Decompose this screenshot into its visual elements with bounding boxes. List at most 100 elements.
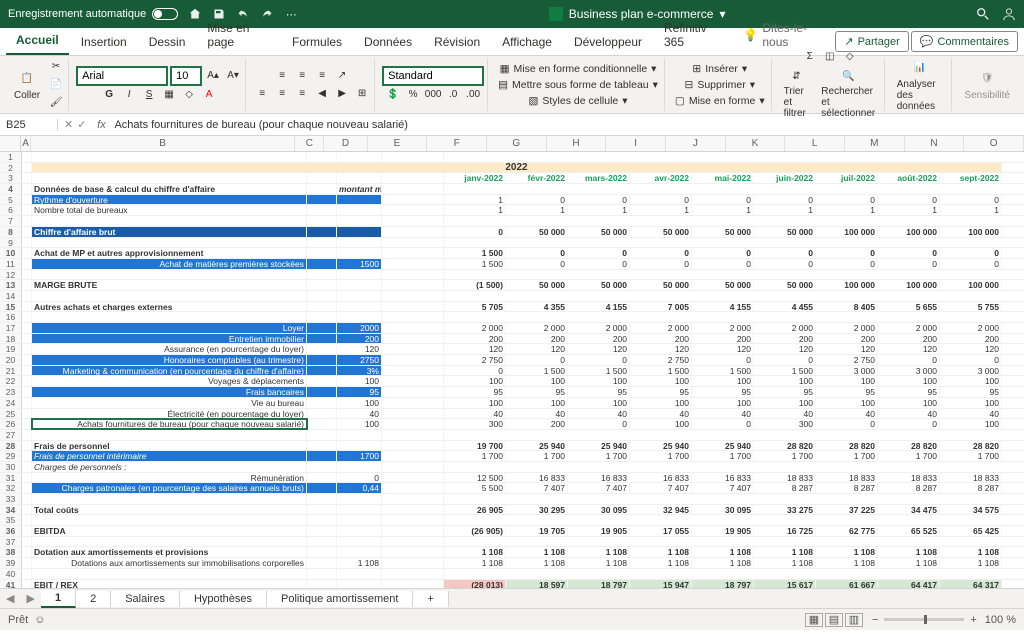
cell-val[interactable]: 120 xyxy=(630,344,692,354)
sheet-nav-next[interactable]: ▶ xyxy=(20,592,40,605)
cell-c[interactable] xyxy=(307,280,337,290)
cell-c[interactable] xyxy=(307,409,337,419)
cell-val[interactable]: 18 833 xyxy=(878,473,940,483)
row-15[interactable]: 15Autres achats et charges externes5 705… xyxy=(0,302,1024,313)
cell-val[interactable]: 95 xyxy=(754,387,816,397)
autosave-toggle[interactable] xyxy=(152,8,178,20)
cell-val[interactable]: 1 xyxy=(692,205,754,215)
align-left-icon[interactable]: ≡ xyxy=(254,86,270,102)
row-header-18[interactable]: 18 xyxy=(0,334,22,344)
row-5[interactable]: 5Rythme d'ouverture100000000 xyxy=(0,195,1024,206)
cell-val[interactable]: 0 xyxy=(630,248,692,258)
zoom-level[interactable]: 100 % xyxy=(985,614,1016,626)
row-29[interactable]: 29Frais de personnel intérimaire17001 70… xyxy=(0,451,1024,462)
row-22[interactable]: 22Voyages & déplacements1001001001001001… xyxy=(0,376,1024,387)
row-6[interactable]: 6Nombre total de bureaux111111111 xyxy=(0,205,1024,216)
cell-val[interactable]: 100 000 xyxy=(878,280,940,290)
cell-val[interactable]: 1 108 xyxy=(878,547,940,557)
cell-b[interactable]: Charges de personnels : xyxy=(32,462,307,472)
tab-affichage[interactable]: Affichage xyxy=(492,29,562,55)
row-header-25[interactable]: 25 xyxy=(0,409,22,419)
cell-d[interactable] xyxy=(337,505,382,515)
cell-val[interactable]: 50 000 xyxy=(630,280,692,290)
cell-val[interactable]: 40 xyxy=(568,409,630,419)
tab-insertion[interactable]: Insertion xyxy=(71,29,137,55)
cell-val[interactable]: 0 xyxy=(940,259,1002,269)
cell-val[interactable]: 50 000 xyxy=(754,227,816,237)
cell-val[interactable]: 30 295 xyxy=(506,505,568,515)
cell-val[interactable]: 15 947 xyxy=(630,580,692,589)
cell-b[interactable]: Électricité (en pourcentage du loyer) xyxy=(32,409,307,419)
cell-val[interactable]: 19 705 xyxy=(506,526,568,536)
cell-val[interactable]: 0 xyxy=(816,195,878,205)
redo-icon[interactable] xyxy=(260,7,274,21)
cell-d[interactable] xyxy=(337,302,382,312)
cell-e[interactable] xyxy=(382,227,444,237)
border-icon[interactable]: ▦ xyxy=(161,87,177,103)
cell-val[interactable]: 0 xyxy=(940,248,1002,258)
view-layout-icon[interactable]: ▤ xyxy=(825,613,843,627)
cell-val[interactable]: 100 xyxy=(630,398,692,408)
cell-val[interactable]: 1 700 xyxy=(444,451,506,461)
cell-val[interactable]: 7 407 xyxy=(568,483,630,493)
cell-val[interactable]: 1 108 xyxy=(444,558,506,568)
cell-val[interactable]: 95 xyxy=(878,387,940,397)
insert-button[interactable]: ⊞Insérer ▾ xyxy=(690,62,749,76)
col-header-I[interactable]: I xyxy=(606,136,666,151)
cell-e[interactable] xyxy=(382,409,444,419)
cell-val[interactable]: 1 xyxy=(630,205,692,215)
cell-d[interactable]: 2000 xyxy=(337,323,382,333)
cell-val[interactable]: 40 xyxy=(816,409,878,419)
cell-d[interactable]: 2750 xyxy=(337,355,382,365)
cell-val[interactable]: 0 xyxy=(754,259,816,269)
cell-val[interactable]: 1 108 xyxy=(444,547,506,557)
cell-c[interactable] xyxy=(307,398,337,408)
cell-val[interactable]: 100 xyxy=(754,398,816,408)
cell-val[interactable]: 0 xyxy=(506,248,568,258)
cell-val[interactable]: 50 000 xyxy=(692,280,754,290)
cell-val[interactable]: 1 700 xyxy=(940,451,1002,461)
col-header-J[interactable]: J xyxy=(666,136,726,151)
cell-val[interactable]: 0 xyxy=(568,195,630,205)
cell-val[interactable]: 5 655 xyxy=(878,302,940,312)
cell-c[interactable] xyxy=(307,483,337,493)
cell-b[interactable]: Honoraires comptables (au trimestre) xyxy=(32,355,307,365)
cell-val[interactable]: 95 xyxy=(506,387,568,397)
cell-d[interactable] xyxy=(337,227,382,237)
spreadsheet-grid[interactable]: ABCDEFGHIJKLMNO 1220223janv-2022févr-202… xyxy=(0,136,1024,588)
analyze-button[interactable]: 📊Analyser des données xyxy=(893,55,948,114)
cell-b[interactable]: Total coûts xyxy=(32,505,307,515)
cell-val[interactable]: 0 xyxy=(568,259,630,269)
cell-e[interactable] xyxy=(382,580,444,589)
row-41[interactable]: 41EBIT / REX(28 013)18 59718 79715 94718… xyxy=(0,580,1024,589)
cell-e[interactable] xyxy=(382,526,444,536)
cell-val[interactable]: 100 xyxy=(816,398,878,408)
cell-e[interactable] xyxy=(382,312,444,322)
cell-val[interactable]: 1 108 xyxy=(940,558,1002,568)
cell-val[interactable]: 200 xyxy=(506,419,568,429)
cell-val[interactable]: 2 000 xyxy=(630,323,692,333)
cell-val[interactable]: 95 xyxy=(692,387,754,397)
cell-d[interactable] xyxy=(337,195,382,205)
cell-e[interactable] xyxy=(382,547,444,557)
row-16[interactable]: 16 xyxy=(0,312,1024,323)
cell-val[interactable]: 1 700 xyxy=(754,451,816,461)
sheet-tab-2[interactable]: 2 xyxy=(76,591,111,607)
cell-val[interactable]: 33 275 xyxy=(754,505,816,515)
cell-val[interactable]: 40 xyxy=(506,409,568,419)
cell-d[interactable] xyxy=(337,547,382,557)
row-24[interactable]: 24Vie au bureau1001001001001001001001001… xyxy=(0,398,1024,409)
cell-val[interactable]: 0 xyxy=(506,195,568,205)
cell-val[interactable]: 19 905 xyxy=(568,526,630,536)
row-header-19[interactable]: 19 xyxy=(0,344,22,354)
cell-c[interactable] xyxy=(307,526,337,536)
col-header-G[interactable]: G xyxy=(487,136,547,151)
cell-d[interactable]: 1700 xyxy=(337,451,382,461)
cell-val[interactable]: 40 xyxy=(692,409,754,419)
cell-val[interactable]: 62 775 xyxy=(816,526,878,536)
row-10[interactable]: 10Achat de MP et autres approvisionnemen… xyxy=(0,248,1024,259)
cell-val[interactable]: 200 xyxy=(878,334,940,344)
view-normal-icon[interactable]: ▦ xyxy=(805,613,823,627)
row-header-35[interactable]: 35 xyxy=(0,515,22,525)
cell-val[interactable]: 64 417 xyxy=(878,580,940,589)
